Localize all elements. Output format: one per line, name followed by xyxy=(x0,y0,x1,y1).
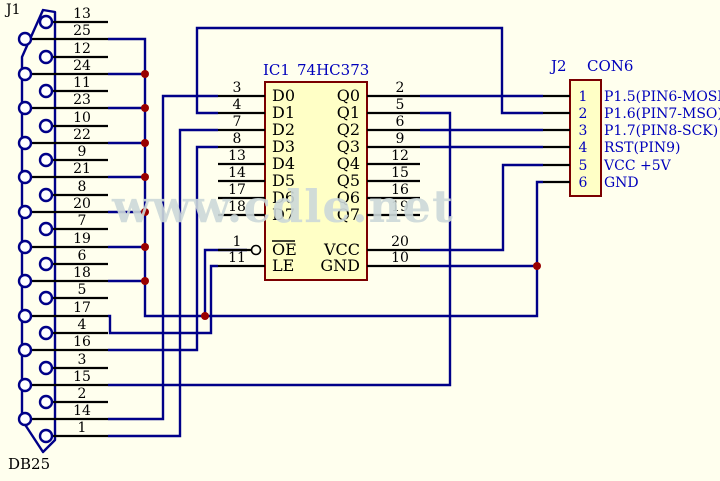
db25-pin-circle-16 xyxy=(19,344,31,356)
db25-pin-number-17: 17 xyxy=(73,300,91,316)
db25-pin-circle-3 xyxy=(40,362,52,374)
junction-dot xyxy=(141,277,149,285)
db25-pin-circle-17 xyxy=(19,310,31,322)
ic-pin-number-9: 9 xyxy=(396,131,405,147)
junction-dot xyxy=(533,262,541,270)
db25-pin-number-11: 11 xyxy=(73,75,91,91)
junction-dot xyxy=(201,312,209,320)
junction-dot xyxy=(141,104,149,112)
j2-pin-number-1: 1 xyxy=(579,89,588,105)
ic-pin-number-12: 12 xyxy=(391,148,409,164)
db25-pin-number-20: 20 xyxy=(73,196,91,212)
db25-pin-circle-2 xyxy=(40,396,52,408)
db25-pin-number-3: 3 xyxy=(78,352,87,368)
ic-pin-number-13: 13 xyxy=(228,148,246,164)
db25-pin-circle-15 xyxy=(19,379,31,391)
db25-pin-number-23: 23 xyxy=(73,92,91,108)
db25-pin-number-18: 18 xyxy=(73,265,91,281)
db25-pin-number-9: 9 xyxy=(78,144,87,160)
db25-pin-number-7: 7 xyxy=(78,213,87,229)
db25-pin-circle-9 xyxy=(40,154,52,166)
db25-pin-number-13: 13 xyxy=(73,6,91,22)
j2-pin-label-2: P1.6(PIN7-MSO) xyxy=(604,106,720,122)
j2-pin-number-5: 5 xyxy=(579,158,588,174)
junction-dot xyxy=(141,70,149,78)
db25-pin-number-8: 8 xyxy=(78,179,87,195)
ic-pin-number-8: 8 xyxy=(233,131,242,147)
j2-part-label: CON6 xyxy=(587,59,633,74)
ic-pin-number-5: 5 xyxy=(396,97,405,113)
db25-pin-circle-22 xyxy=(19,137,31,149)
ic-pin-number-3: 3 xyxy=(233,80,242,96)
db25-pin-number-21: 21 xyxy=(73,161,91,177)
db25-pin-circle-18 xyxy=(19,275,31,287)
ic-part-label: 74HC373 xyxy=(297,63,369,78)
wire xyxy=(197,28,543,113)
db25-pin-circle-11 xyxy=(40,85,52,97)
db25-pin-number-1: 1 xyxy=(78,420,87,436)
j2-pin-label-6: GND xyxy=(604,175,639,191)
junction-dot xyxy=(141,243,149,251)
db25-pin-circle-8 xyxy=(40,189,52,201)
ic-pin-number-4: 4 xyxy=(233,97,242,113)
ic-pin-number-6: 6 xyxy=(396,114,405,130)
db25-pin-circle-6 xyxy=(40,258,52,270)
db25-pin-circle-4 xyxy=(40,327,52,339)
db25-pin-number-19: 19 xyxy=(73,231,91,247)
ic-pin-number-7: 7 xyxy=(233,114,242,130)
db25-pin-number-2: 2 xyxy=(78,386,87,402)
ic-oe-bubble xyxy=(252,246,261,255)
ic-pin-number-14: 14 xyxy=(228,165,246,181)
ic-pin-label-GND: GND xyxy=(320,256,360,275)
ic-pin-number-11: 11 xyxy=(228,250,246,266)
db25-pin-circle-1 xyxy=(40,430,52,442)
j2-ref-label: J2 xyxy=(551,59,567,74)
j2-pin-label-3: P1.7(PIN8-SCK) xyxy=(604,123,718,139)
db25-pin-circle-19 xyxy=(19,241,31,253)
db25-pin-circle-5 xyxy=(40,292,52,304)
db25-pin-number-10: 10 xyxy=(73,110,91,126)
db25-pin-circle-24 xyxy=(19,68,31,80)
schematic-canvas: 1325122411231022921820719618517416315214… xyxy=(0,0,720,481)
j2-pin-number-4: 4 xyxy=(579,140,588,156)
wire xyxy=(108,96,218,419)
db25-ref-label: J1 xyxy=(6,3,21,17)
ic-pin-number-1: 1 xyxy=(233,234,242,250)
db25-pin-circle-13 xyxy=(40,16,52,28)
db25-pin-circle-25 xyxy=(19,33,31,45)
db25-pin-number-15: 15 xyxy=(73,369,91,385)
watermark-text: www.cdle.net xyxy=(112,184,454,229)
ic-pin-number-15: 15 xyxy=(391,165,409,181)
db25-pin-number-22: 22 xyxy=(73,127,91,143)
db25-pin-circle-10 xyxy=(40,120,52,132)
db25-pin-number-5: 5 xyxy=(78,282,87,298)
j2-pin-number-2: 2 xyxy=(579,106,588,122)
db25-pin-circle-7 xyxy=(40,223,52,235)
db25-pin-number-16: 16 xyxy=(73,334,91,350)
ic-pin-number-10: 10 xyxy=(391,250,409,266)
db25-pin-number-12: 12 xyxy=(73,41,91,57)
db25-pin-number-24: 24 xyxy=(73,58,91,74)
ic-ref-label: IC1 xyxy=(263,63,290,78)
db25-type-label: DB25 xyxy=(8,457,50,472)
ic-pin-number-2: 2 xyxy=(396,80,405,96)
ic-pin-number-20: 20 xyxy=(391,234,409,250)
db25-pin-circle-20 xyxy=(19,206,31,218)
db25-pin-number-14: 14 xyxy=(73,403,91,419)
db25-pin-number-6: 6 xyxy=(78,248,87,264)
ic-pin-label-LE: LE xyxy=(272,256,294,275)
j2-pin-number-3: 3 xyxy=(579,123,588,139)
db25-pin-circle-12 xyxy=(40,51,52,63)
j2-pin-label-5: VCC +5V xyxy=(603,158,672,174)
db25-pin-circle-21 xyxy=(19,171,31,183)
j2-pin-label-4: RST(PIN9) xyxy=(604,140,681,156)
db25-pin-circle-14 xyxy=(19,413,31,425)
j2-pin-label-1: P1.5(PIN6-MOSI) xyxy=(604,89,720,105)
db25-pin-circle-23 xyxy=(19,102,31,114)
db25-pin-number-25: 25 xyxy=(73,23,91,39)
db25-pin-number-4: 4 xyxy=(78,317,87,333)
j2-pin-number-6: 6 xyxy=(579,175,588,191)
junction-dot xyxy=(141,139,149,147)
